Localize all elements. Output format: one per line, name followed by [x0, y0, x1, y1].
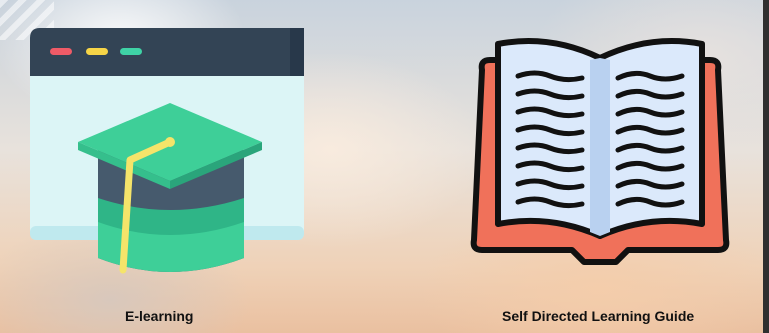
self-directed-learning-guide-card[interactable]: Self Directed Learning Guide: [440, 0, 760, 333]
self-directed-learning-guide-label[interactable]: Self Directed Learning Guide: [502, 307, 694, 325]
elearning-label[interactable]: E-learning: [125, 307, 193, 325]
open-book-icon: [470, 38, 730, 265]
graduation-cap-browser-icon: [30, 28, 304, 274]
elearning-card[interactable]: E-learning: [0, 0, 340, 333]
